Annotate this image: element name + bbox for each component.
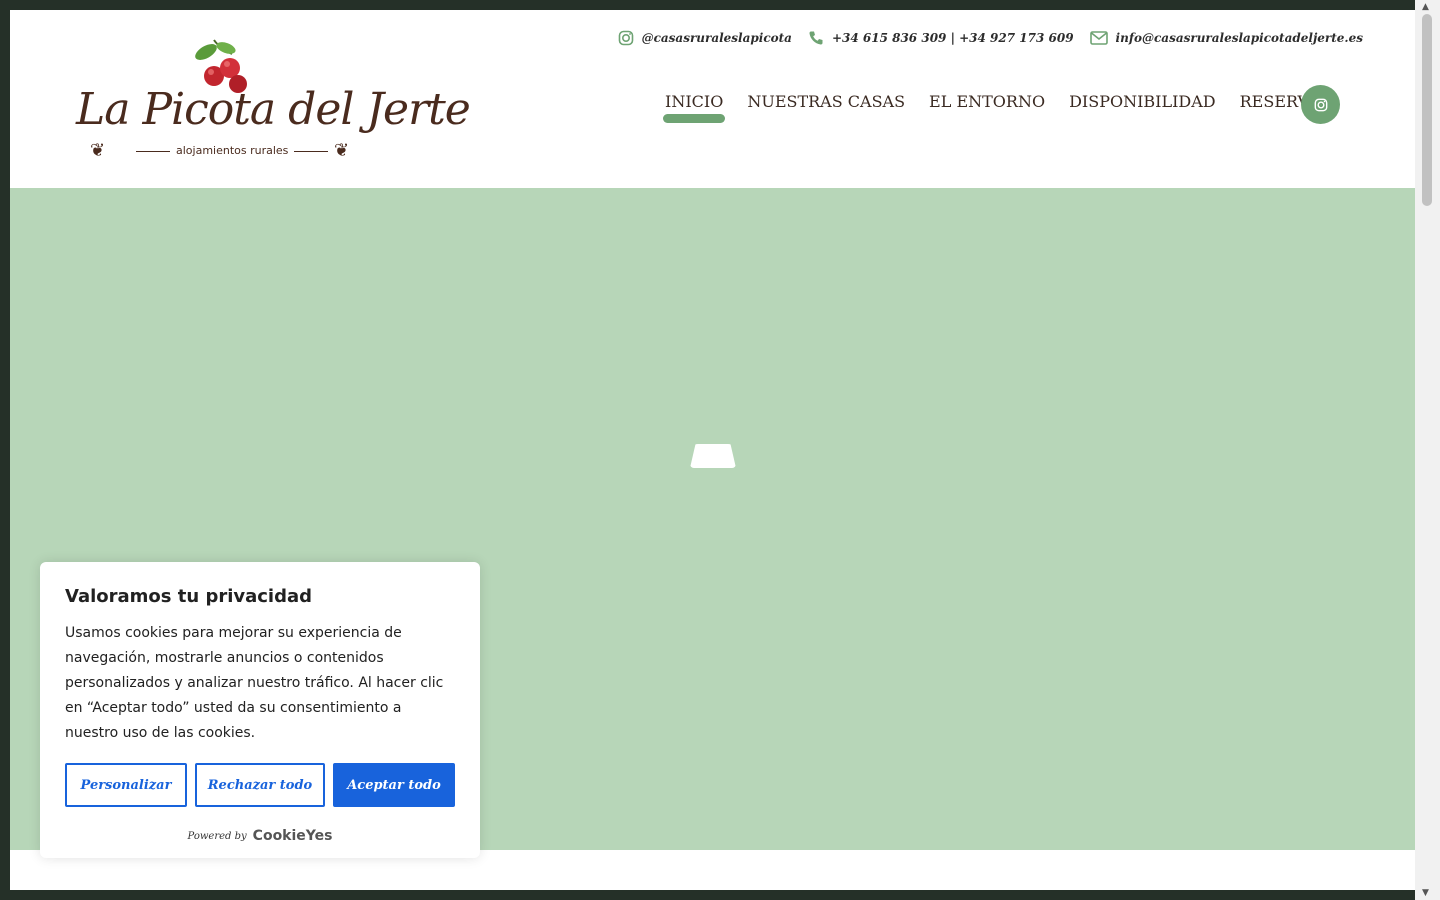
contact-instagram[interactable]: @casasruraleslapicota (618, 30, 792, 46)
page-scrollbar[interactable]: ▲ ▼ (1415, 0, 1440, 900)
logo-divider-left (136, 151, 170, 152)
phone-numbers: +34 615 836 309 | +34 927 173 609 (831, 31, 1074, 45)
cookie-description: Usamos cookies para mejorar su experienc… (65, 625, 444, 741)
contact-bar: @casasruraleslapicota +34 615 836 309 | … (618, 30, 1363, 46)
contact-email[interactable]: info@casasruraleslapicotadeljerte.es (1089, 31, 1363, 45)
accept-all-button[interactable]: Aceptar todo (333, 763, 455, 807)
logo-brand-text: La Picota del Jerte (76, 84, 471, 135)
instagram-button[interactable] (1301, 85, 1340, 124)
instagram-icon (1314, 98, 1327, 111)
cookie-title: Valoramos tu privacidad (65, 586, 313, 607)
instagram-handle: @casasruraleslapicota (641, 31, 792, 45)
loading-indicator (690, 444, 736, 468)
main-nav: INICIO NUESTRAS CASAS EL ENTORNO DISPONI… (662, 92, 1332, 123)
site-logo[interactable]: La Picota del Jerte ❦ alojamientos rural… (76, 36, 471, 166)
powered-by-label: Powered by (187, 830, 247, 842)
instagram-small-icon (618, 30, 634, 46)
nav-nuestras-casas[interactable]: NUESTRAS CASAS (747, 92, 905, 111)
cookie-consent-banner: Valoramos tu privacidad Usamos cookies p… (40, 562, 480, 858)
nav-el-entorno[interactable]: EL ENTORNO (929, 92, 1045, 111)
scroll-down-arrow-icon[interactable]: ▼ (1422, 888, 1429, 898)
email-address: info@casasruraleslapicotadeljerte.es (1115, 31, 1363, 45)
reject-all-button[interactable]: Rechazar todo (195, 763, 325, 807)
cookie-powered-by[interactable]: Powered by CookieYes (40, 828, 480, 844)
logo-divider-right (294, 151, 328, 152)
scrollbar-thumb[interactable] (1422, 14, 1432, 206)
flourish-right-icon: ❦ (334, 140, 350, 161)
contact-phone[interactable]: +34 615 836 309 | +34 927 173 609 (808, 30, 1074, 46)
cookieyes-logo: CookieYes (252, 828, 333, 844)
nav-inicio[interactable]: INICIO (662, 92, 726, 123)
nav-disponibilidad[interactable]: DISPONIBILIDAD (1069, 92, 1216, 111)
customize-button[interactable]: Personalizar (65, 763, 187, 807)
site-header: La Picota del Jerte ❦ alojamientos rural… (10, 10, 1415, 188)
envelope-icon (1089, 31, 1108, 45)
cookie-actions: Personalizar Rechazar todo Aceptar todo (65, 763, 455, 807)
logo-tagline: alojamientos rurales (176, 144, 289, 157)
scroll-up-arrow-icon[interactable]: ▲ (1422, 2, 1429, 12)
phone-icon (808, 30, 824, 46)
flourish-left-icon: ❦ (90, 140, 106, 161)
